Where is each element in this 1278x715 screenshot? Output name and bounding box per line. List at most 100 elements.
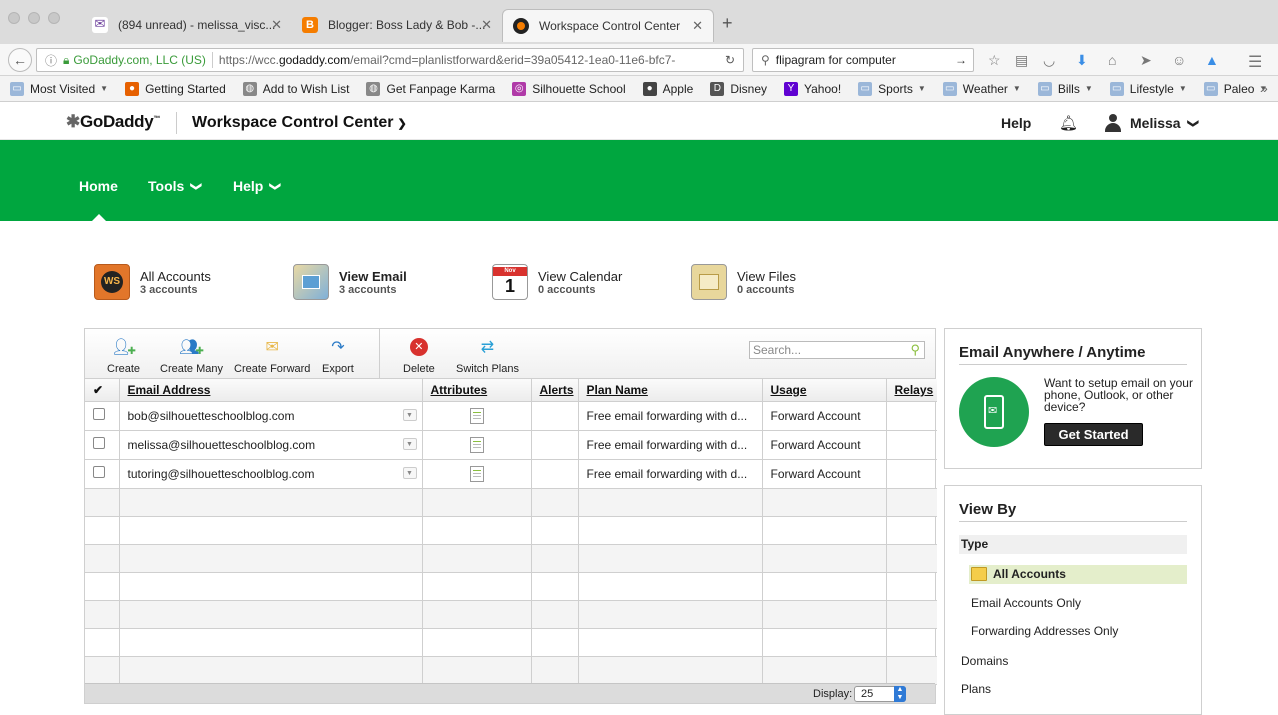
tab-close-icon[interactable]: ✕	[271, 17, 282, 33]
delete-button[interactable]: ✕ Delete	[403, 337, 435, 375]
create-button[interactable]: 👤︎ ✚ Create	[107, 337, 140, 375]
reload-icon[interactable]: ↻	[725, 53, 735, 67]
bookmark-sports[interactable]: ▭ Sports ▼	[858, 81, 926, 96]
nav-help[interactable]: Help ❯	[233, 178, 281, 194]
col-relays[interactable]: Relays	[886, 379, 937, 402]
row-menu-arrow-icon[interactable]: ▼	[402, 408, 417, 421]
info-icon[interactable]: ⓘ	[45, 52, 57, 69]
document-icon[interactable]	[469, 437, 484, 453]
globe-icon: ◍	[366, 81, 381, 96]
table-row[interactable]: melissa@silhouetteschoolblog.com ▼ Free em…	[85, 430, 937, 460]
search-icon[interactable]: ⚲	[910, 342, 920, 358]
filter-all-accounts[interactable]: All Accounts	[969, 565, 1187, 584]
url-text[interactable]: https://wcc.godaddy.com/email?cmd=planli…	[219, 53, 676, 67]
get-started-button[interactable]: Get Started	[1044, 423, 1143, 446]
nav-tools[interactable]: Tools ❯	[148, 178, 202, 194]
tab-close-icon[interactable]: ✕	[481, 17, 492, 33]
window-maximize-button[interactable]	[48, 12, 60, 24]
select-all-checkbox[interactable]: ✔	[85, 379, 120, 402]
bookmark-bills[interactable]: ▭ Bills ▼	[1037, 81, 1093, 96]
downloads-icon[interactable]: ⬇	[1076, 52, 1088, 69]
bookmark-lifestyle[interactable]: ▭ Lifestyle ▼	[1109, 81, 1187, 96]
bookmark-paleo[interactable]: ▭ Paleo ▼	[1203, 81, 1267, 96]
table-row[interactable]: tutoring@silhouetteschoolblog.com ▼ Free e…	[85, 459, 937, 489]
row-menu-arrow-icon[interactable]: ▼	[402, 466, 417, 479]
email-cell[interactable]: bob@silhouetteschoolblog.com ▼	[119, 401, 423, 431]
site-identity[interactable]: GoDaddy.com, LLC (US)	[73, 53, 206, 67]
reading-list-icon[interactable]: ▤	[1015, 52, 1028, 69]
tile-all-accounts[interactable]: WS All Accounts 3 accounts	[94, 264, 211, 300]
bookmark-getting-started[interactable]: ● Getting Started	[125, 81, 226, 96]
godaddy-logo[interactable]: ✱GoDaddy™	[66, 112, 160, 132]
empty-cell	[422, 656, 532, 685]
tab-yahoo-mail[interactable]: ✉ (894 unread) - melissa_visc... ✕	[82, 9, 292, 41]
bookmark-most-visited[interactable]: ▭ Most Visited ▼	[10, 81, 108, 96]
browser-search-input[interactable]: ⚲ flipagram for computer →	[752, 48, 974, 72]
empty-table-row	[85, 572, 937, 601]
empty-cell	[762, 544, 887, 573]
create-many-button[interactable]: 👥︎ ✚ Create Many	[160, 337, 223, 375]
accounts-search-input[interactable]: Search... ⚲	[749, 341, 925, 359]
row-checkbox[interactable]	[93, 437, 105, 449]
url-bar[interactable]: ⓘ 🔒︎ GoDaddy.com, LLC (US) https://wcc.g…	[36, 48, 744, 72]
bookmark-add-to-wish-list[interactable]: ◍ Add to Wish List	[242, 81, 349, 96]
bookmark-get-fanpage-karma[interactable]: ◍ Get Fanpage Karma	[366, 81, 495, 96]
row-menu-arrow-icon[interactable]: ▼	[402, 437, 417, 450]
row-checkbox-cell[interactable]	[85, 401, 120, 431]
export-button[interactable]: ↷ Export	[322, 337, 354, 375]
row-checkbox-cell[interactable]	[85, 430, 120, 460]
document-icon[interactable]	[469, 466, 484, 482]
bookmark-weather[interactable]: ▭ Weather ▼	[942, 81, 1021, 96]
send-icon[interactable]: ➤	[1140, 52, 1152, 69]
bookmarks-overflow-icon[interactable]: »	[1260, 80, 1268, 96]
col-email-address[interactable]: Email Address	[119, 379, 423, 402]
pocket-icon[interactable]: ◡	[1043, 52, 1055, 69]
filter-forwarding-addresses-only[interactable]: Forwarding Addresses Only	[971, 624, 1118, 638]
tab-blogger[interactable]: B Blogger: Boss Lady & Bob -... ✕	[292, 9, 502, 41]
window-close-button[interactable]	[8, 12, 20, 24]
create-forward-button[interactable]: ✉ Create Forward	[234, 337, 310, 375]
window-minimize-button[interactable]	[28, 12, 40, 24]
back-arrow-icon[interactable]: ←	[8, 48, 32, 72]
email-cell[interactable]: melissa@silhouetteschoolblog.com ▼	[119, 430, 423, 460]
menu-hamburger-icon[interactable]: ☰	[1248, 52, 1262, 72]
bookmark-apple[interactable]: ● Apple	[642, 81, 693, 96]
tile-view-files[interactable]: View Files 0 accounts	[691, 264, 796, 300]
bookmarks-bar: ▭ Most Visited ▼ ● Getting Started ◍ Add to Wi…	[0, 76, 1278, 102]
switch-plans-button[interactable]: ⇄ Switch Plans	[456, 337, 519, 375]
header-help-link[interactable]: Help	[1001, 115, 1031, 131]
home-icon[interactable]: ⌂	[1108, 52, 1116, 68]
filter-plans[interactable]: Plans	[961, 682, 991, 696]
nav-home[interactable]: Home	[79, 178, 118, 194]
bookmark-silhouette-school[interactable]: ◎ Silhouette School	[512, 81, 626, 96]
table-row[interactable]: bob@silhouetteschoolblog.com ▼ Free email …	[85, 401, 937, 431]
tab-workspace-control-center[interactable]: Workspace Control Center ✕	[502, 9, 714, 42]
col-usage[interactable]: Usage	[762, 379, 887, 402]
bookmark-yahoo[interactable]: Y Yahoo!	[784, 81, 841, 96]
bookmark-disney[interactable]: D Disney	[710, 81, 767, 96]
col-attributes[interactable]: Attributes	[422, 379, 532, 402]
search-text: flipagram for computer	[775, 53, 896, 67]
notification-bell-icon[interactable]: 🔔︎	[1059, 114, 1078, 132]
bookmark-star-icon[interactable]: ☆	[988, 52, 1001, 69]
tile-view-calendar[interactable]: Nov 1 View Calendar 0 accounts	[492, 264, 622, 300]
email-cell[interactable]: tutoring@silhouetteschoolblog.com ▼	[119, 459, 423, 489]
smiley-icon[interactable]: ☺	[1172, 52, 1186, 68]
tile-view-email[interactable]: View Email 3 accounts	[293, 264, 407, 300]
search-go-arrow-icon[interactable]: →	[955, 53, 967, 67]
row-checkbox-cell[interactable]	[85, 459, 120, 489]
tab-label: (894 unread) - melissa_visc...	[118, 18, 276, 32]
row-checkbox[interactable]	[93, 408, 105, 420]
extension-icon[interactable]: ▲	[1205, 52, 1219, 68]
new-tab-button[interactable]: +	[722, 13, 733, 34]
display-count-select[interactable]: 25 ▲ ▼	[854, 686, 906, 702]
filter-domains[interactable]: Domains	[961, 654, 1008, 668]
document-icon[interactable]	[469, 408, 484, 424]
app-switcher[interactable]: Workspace Control Center ❯	[192, 114, 407, 132]
user-menu[interactable]: Melissa ❯	[1104, 114, 1199, 132]
filter-email-accounts-only[interactable]: Email Accounts Only	[971, 596, 1081, 610]
row-checkbox[interactable]	[93, 466, 105, 478]
col-plan-name[interactable]: Plan Name	[578, 379, 763, 402]
tab-close-icon[interactable]: ✕	[692, 18, 703, 34]
col-alerts[interactable]: Alerts	[531, 379, 579, 402]
